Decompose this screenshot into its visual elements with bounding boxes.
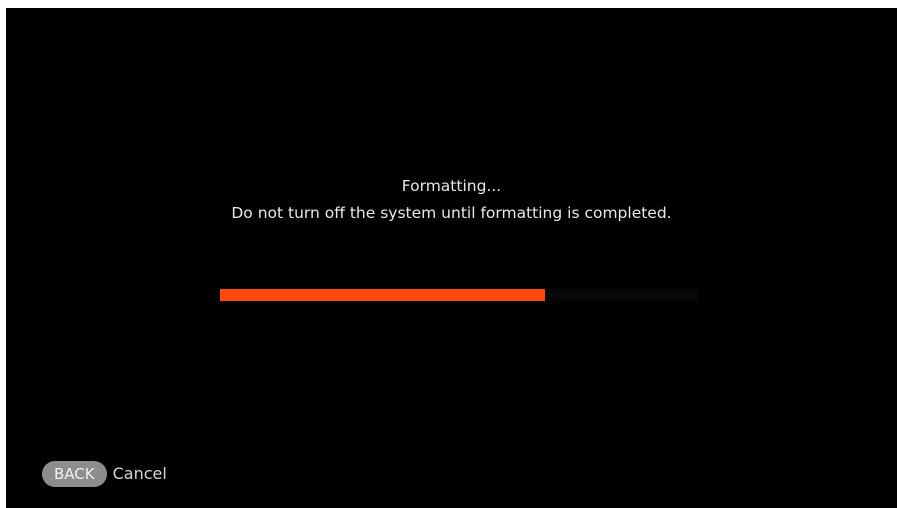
formatting-warning-text: Do not turn off the system until formatt… xyxy=(231,204,672,222)
format-progress-fill xyxy=(220,289,546,301)
back-button[interactable]: BACK xyxy=(42,461,107,487)
formatting-title: Formatting... xyxy=(401,177,502,195)
footer-controls: BACK Cancel xyxy=(42,461,167,487)
format-progress-bar xyxy=(220,289,698,301)
cancel-label: Cancel xyxy=(112,464,167,483)
format-screen: Formatting... Do not turn off the system… xyxy=(6,8,897,508)
